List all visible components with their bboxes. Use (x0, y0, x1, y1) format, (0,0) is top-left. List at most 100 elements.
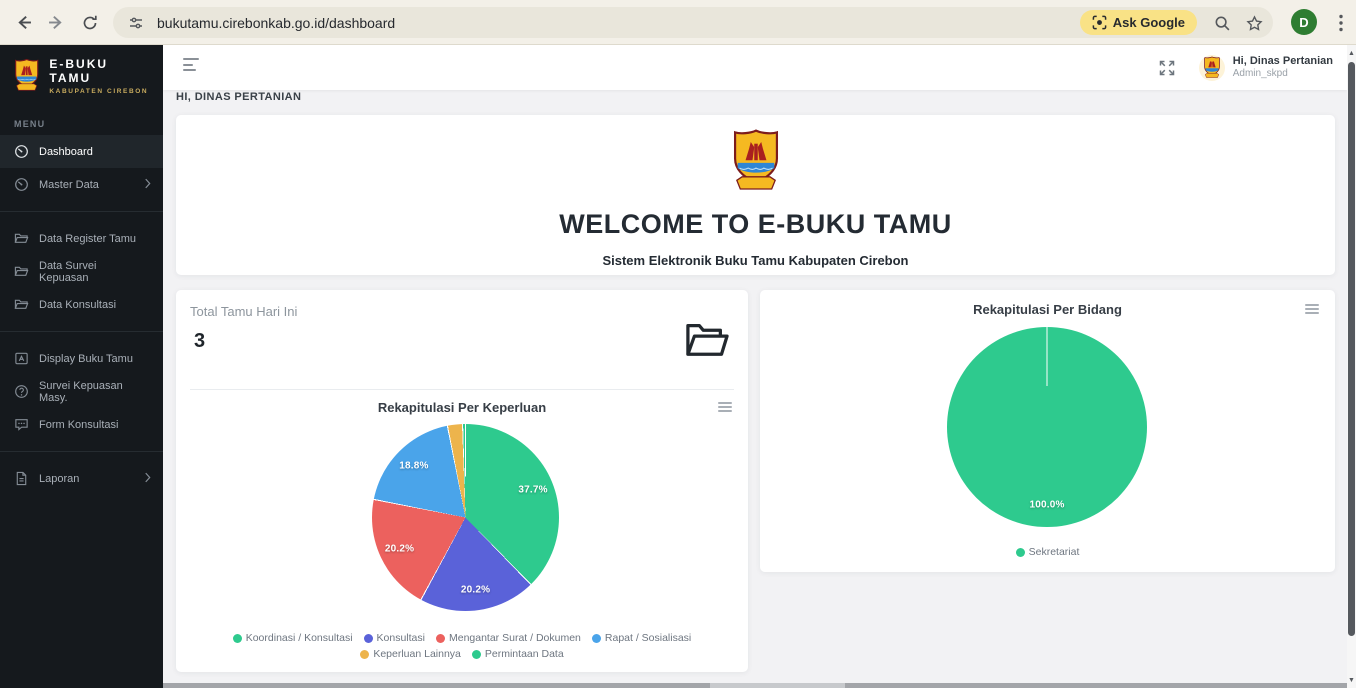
gauge-icon (14, 177, 29, 192)
sidebar-item-data-register-tamu[interactable]: Data Register Tamu (0, 222, 163, 255)
browser-back-button[interactable] (8, 7, 39, 38)
brand[interactable]: E-BUKU TAMU KABUPATEN CIREBON (0, 45, 163, 109)
browser-forward-button[interactable] (41, 7, 72, 38)
welcome-logo (176, 128, 1335, 201)
sidebar-item-label: Survei Kepuasan Masy. (39, 380, 149, 404)
vertical-scrollbar[interactable]: ▲ ▼ (1347, 45, 1356, 688)
forward-arrow-icon (48, 14, 65, 31)
reload-icon (82, 15, 98, 31)
back-arrow-icon (15, 14, 32, 31)
legend-marker (1016, 548, 1025, 557)
site-settings-icon[interactable] (125, 12, 147, 34)
legend-item[interactable]: Mengantar Surat / Dokumen (436, 632, 581, 644)
user-menu[interactable]: Hi, Dinas Pertanian Admin_skpd (1199, 55, 1333, 81)
scroll-down-arrow-icon[interactable]: ▼ (1347, 675, 1356, 685)
sidebar-item-form-konsultasi[interactable]: Form Konsultasi (0, 408, 163, 441)
main-content: Hi, Dinas Pertanian Admin_skpd HI, DINAS… (163, 45, 1347, 688)
folder-icon (14, 231, 29, 246)
chart-title-bidang: Rekapitulasi Per Bidang (760, 302, 1335, 317)
profile-initial: D (1299, 15, 1308, 30)
sidebar-item-dashboard[interactable]: Dashboard (0, 135, 163, 168)
chat-dots-icon (14, 417, 29, 432)
pie-slice-label: 20.2% (461, 584, 490, 595)
legend-item[interactable]: Rapat / Sosialisasi (592, 632, 691, 644)
sidebar-item-master-data[interactable]: Master Data (0, 168, 163, 201)
legend-marker (360, 650, 369, 659)
vertical-scrollbar-thumb[interactable] (1348, 62, 1355, 636)
cirebon-crest-avatar-icon (1202, 56, 1222, 80)
sidebar-divider (0, 451, 163, 452)
browser-profile-avatar[interactable]: D (1291, 9, 1317, 35)
legend-marker (472, 650, 481, 659)
chart-menu-button[interactable] (718, 402, 732, 414)
sidebar-item-data-survei-kepuasan[interactable]: Data Survei Kepuasan (0, 255, 163, 288)
legend-item[interactable]: Permintaan Data (472, 648, 564, 660)
sidebar-item-label: Dashboard (39, 146, 93, 158)
browser-reload-button[interactable] (74, 7, 105, 38)
user-greeting: Hi, Dinas Pertanian (1233, 55, 1333, 68)
stat-label: Total Tamu Hari Ini (190, 304, 297, 319)
open-folder-icon (684, 318, 730, 365)
legend-item[interactable]: Konsultasi (364, 632, 425, 644)
sidebar: E-BUKU TAMU KABUPATEN CIREBON MENU Dashb… (0, 45, 163, 688)
page-title: HI, DINAS PERTANIAN (176, 91, 301, 103)
divider (190, 389, 734, 390)
browser-toolbar: bukutamu.cirebonkab.go.id/dashboard Ask … (0, 0, 1356, 45)
legend-marker (364, 634, 373, 643)
sidebar-item-laporan[interactable]: Laporan (0, 462, 163, 495)
pie-chart-bidang[interactable]: 100.0% (947, 327, 1147, 527)
sidebar-item-label: Display Buku Tamu (39, 353, 133, 365)
browser-menu-button[interactable] (1330, 7, 1352, 38)
cirebon-crest-logo-icon (728, 128, 784, 196)
welcome-card: WELCOME TO E-BUKU TAMU Sistem Elektronik… (176, 115, 1335, 275)
legend-item[interactable]: Sekretariat (1016, 546, 1080, 558)
chevron-right-icon (144, 178, 151, 192)
legend-bidang: Sekretariat (774, 546, 1321, 558)
stat-value: 3 (194, 330, 205, 353)
report-file-icon (14, 471, 29, 486)
folder-icon (14, 297, 29, 312)
horizontal-scrollbar-thumb[interactable] (710, 683, 845, 688)
legend-label: Rapat / Sosialisasi (605, 632, 691, 644)
welcome-subtitle: Sistem Elektronik Buku Tamu Kabupaten Ci… (176, 253, 1335, 268)
legend-item[interactable]: Koordinasi / Konsultasi (233, 632, 353, 644)
google-lens-icon (1092, 15, 1107, 30)
sidebar-item-survei-kepuasan-masy[interactable]: Survei Kepuasan Masy. (0, 375, 163, 408)
legend-item[interactable]: Keperluan Lainnya (360, 648, 461, 660)
sidebar-toggle-button[interactable] (183, 58, 203, 76)
sidebar-item-label: Data Konsultasi (39, 299, 116, 311)
bookmark-star-icon[interactable] (1243, 12, 1265, 34)
url-bar[interactable]: bukutamu.cirebonkab.go.id/dashboard Ask … (113, 7, 1273, 38)
folder-icon (14, 264, 29, 279)
url-text[interactable]: bukutamu.cirebonkab.go.id/dashboard (157, 15, 395, 31)
horizontal-scrollbar[interactable] (163, 683, 1347, 688)
menu-section-label: MENU (0, 109, 163, 135)
question-circle-icon (14, 384, 29, 399)
chart-title-keperluan: Rekapitulasi Per Keperluan (176, 400, 748, 415)
sidebar-item-display-buku-tamu[interactable]: Display Buku Tamu (0, 342, 163, 375)
scroll-up-arrow-icon[interactable]: ▲ (1347, 48, 1356, 58)
zoom-icon[interactable] (1211, 12, 1233, 34)
sidebar-item-label: Laporan (39, 473, 79, 485)
fullscreen-button[interactable] (1159, 60, 1175, 76)
pie-chart-keperluan[interactable]: 37.7%20.2%20.2%18.8% (372, 424, 559, 611)
gauge-icon (14, 144, 29, 159)
legend-label: Permintaan Data (485, 648, 564, 660)
sidebar-item-label: Form Konsultasi (39, 419, 118, 431)
brand-title: E-BUKU TAMU (49, 57, 153, 85)
sidebar-divider (0, 211, 163, 212)
bidang-card: Rekapitulasi Per Bidang 100.0% Sekretari… (760, 290, 1335, 572)
sidebar-item-label: Data Survei Kepuasan (39, 260, 149, 284)
pie-slice-label: 18.8% (399, 460, 428, 471)
legend-marker (592, 634, 601, 643)
legend-label: Konsultasi (377, 632, 425, 644)
legend-marker (436, 634, 445, 643)
pie-slice-label: 20.2% (385, 543, 414, 554)
chart-menu-button[interactable] (1305, 304, 1319, 316)
legend-label: Keperluan Lainnya (373, 648, 461, 660)
ask-google-chip[interactable]: Ask Google (1080, 10, 1197, 35)
app-header: Hi, Dinas Pertanian Admin_skpd (163, 45, 1347, 90)
sidebar-item-data-konsultasi[interactable]: Data Konsultasi (0, 288, 163, 321)
welcome-title: WELCOME TO E-BUKU TAMU (176, 209, 1335, 240)
cirebon-crest-logo-icon (12, 58, 41, 94)
